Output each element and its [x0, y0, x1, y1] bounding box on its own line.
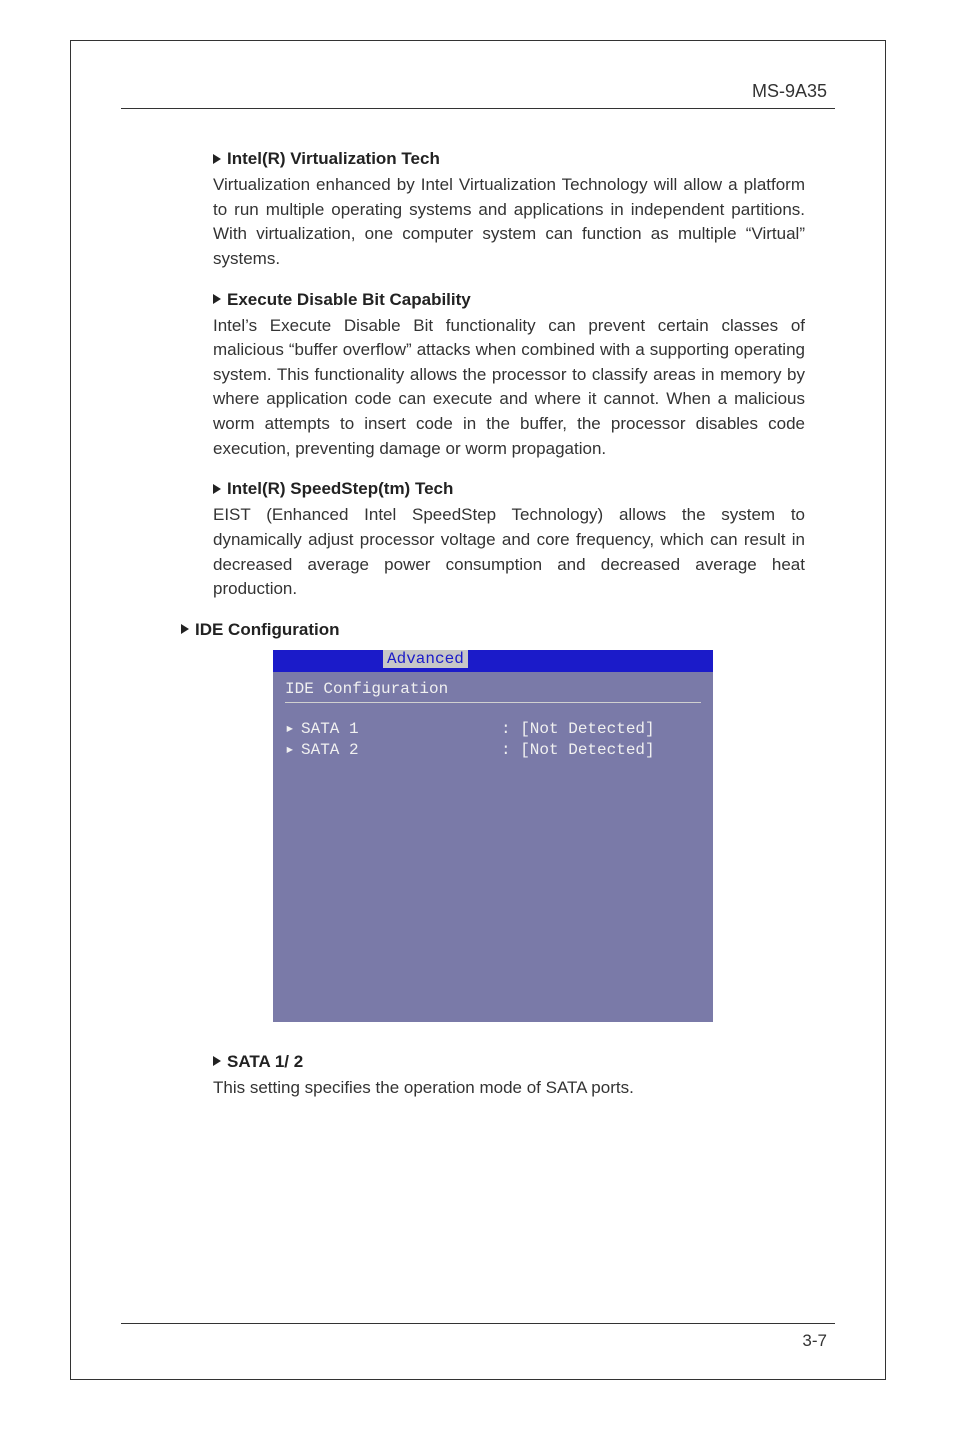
section-ide-title: IDE Configuration: [181, 620, 805, 640]
section-ss-body: EIST (Enhanced Intel SpeedStep Technolog…: [213, 503, 805, 602]
section-ss-title-text: Intel(R) SpeedStep(tm) Tech: [227, 479, 453, 498]
bios-row-label: SATA 1: [301, 719, 501, 740]
bios-tab-advanced: Advanced: [383, 650, 468, 668]
bios-row-label: SATA 2: [301, 740, 501, 761]
section-virt-title: Intel(R) Virtualization Tech: [213, 149, 805, 169]
footer-rule: [121, 1323, 835, 1324]
page-frame: MS-9A35 Intel(R) Virtualization Tech Vir…: [70, 40, 886, 1380]
arrow-icon: [213, 484, 221, 494]
section-ss: Intel(R) SpeedStep(tm) Tech EIST (Enhanc…: [181, 479, 805, 602]
arrow-icon: [213, 294, 221, 304]
section-virt: Intel(R) Virtualization Tech Virtualizat…: [181, 149, 805, 272]
section-ide: IDE Configuration Advanced IDE Configura…: [181, 620, 805, 1022]
section-sata-title-text: SATA 1/ 2: [227, 1052, 303, 1071]
bios-row-value-text: [Not Detected]: [520, 741, 654, 759]
section-xd-title-text: Execute Disable Bit Capability: [227, 290, 471, 309]
section-sata-title: SATA 1/ 2: [213, 1052, 805, 1072]
bios-body: IDE Configuration ▸ SATA 1 : [Not Detect…: [273, 672, 713, 1022]
bios-row-sata1: ▸ SATA 1 : [Not Detected]: [285, 719, 701, 740]
section-virt-title-text: Intel(R) Virtualization Tech: [227, 149, 440, 168]
section-xd-title: Execute Disable Bit Capability: [213, 290, 805, 310]
bios-arrow-icon: ▸: [285, 740, 301, 761]
page-number: 3-7: [802, 1331, 827, 1351]
section-sata-body: This setting specifies the operation mod…: [213, 1076, 805, 1101]
bios-row-sata2: ▸ SATA 2 : [Not Detected]: [285, 740, 701, 761]
section-ss-title: Intel(R) SpeedStep(tm) Tech: [213, 479, 805, 499]
bios-rule: [285, 702, 701, 703]
section-ide-title-text: IDE Configuration: [195, 620, 339, 639]
bios-row-value: : [Not Detected]: [501, 740, 701, 761]
header-model: MS-9A35: [121, 81, 835, 102]
arrow-icon: [213, 1056, 221, 1066]
bios-row-value: : [Not Detected]: [501, 719, 701, 740]
header-rule: [121, 108, 835, 109]
section-sata: SATA 1/ 2 This setting specifies the ope…: [181, 1052, 805, 1101]
arrow-icon: [181, 624, 189, 634]
section-xd-body: Intel’s Execute Disable Bit functionalit…: [213, 314, 805, 462]
bios-heading: IDE Configuration: [285, 680, 701, 698]
section-xd: Execute Disable Bit Capability Intel’s E…: [181, 290, 805, 462]
bios-tabbar: Advanced: [273, 650, 713, 672]
bios-screenshot: Advanced IDE Configuration ▸ SATA 1 : [N…: [273, 650, 713, 1022]
bios-arrow-icon: ▸: [285, 719, 301, 740]
arrow-icon: [213, 154, 221, 164]
section-virt-body: Virtualization enhanced by Intel Virtual…: [213, 173, 805, 272]
bios-row-value-text: [Not Detected]: [520, 720, 654, 738]
content-area: Intel(R) Virtualization Tech Virtualizat…: [121, 149, 835, 1101]
